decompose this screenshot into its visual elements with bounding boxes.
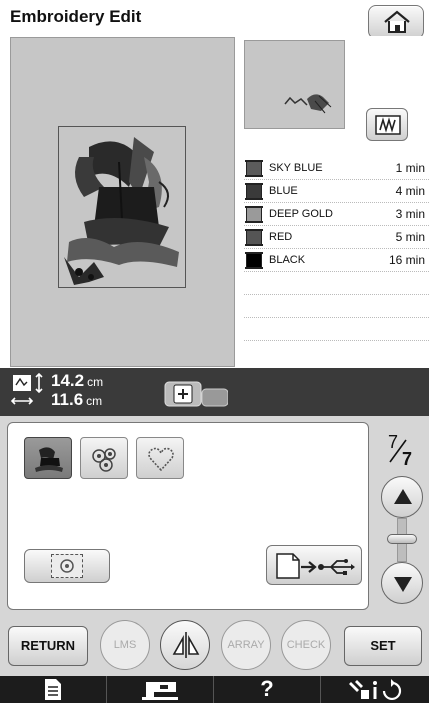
array-button[interactable]: ARRAY	[221, 620, 271, 670]
color-name: BLACK	[269, 254, 306, 266]
color-row[interactable]: BLUE 4 min	[244, 180, 429, 203]
scroll-thumb[interactable]	[387, 534, 417, 544]
color-time: 4 min	[395, 184, 425, 198]
pattern-frame[interactable]	[58, 126, 186, 288]
pattern-select-button[interactable]	[24, 549, 110, 583]
ship-thumb-icon	[35, 447, 63, 472]
embroidery-canvas[interactable]	[10, 37, 235, 367]
header: Embroidery Edit	[0, 0, 429, 39]
pattern-width: 11.6 cm	[51, 390, 102, 410]
color-row[interactable]: DEEP GOLD 3 min	[244, 203, 429, 226]
pattern-height: 14.2 cm	[51, 371, 103, 391]
pattern-thumbnail-flowers[interactable]	[80, 437, 128, 479]
edit-panel: 7 7	[0, 416, 429, 616]
scroll-down-button[interactable]	[381, 562, 423, 604]
action-button-row: RETURN LMS ARRAY CHECK SET	[0, 616, 429, 676]
bottom-toolbar: ?	[0, 676, 429, 703]
sewing-button[interactable]	[366, 108, 408, 141]
flowers-thumb-icon	[92, 448, 116, 472]
color-row[interactable]: RED 5 min	[244, 226, 429, 249]
pattern-thumbnail-ship[interactable]	[24, 437, 72, 479]
save-to-usb-button[interactable]	[266, 545, 362, 585]
page-icon	[45, 679, 61, 700]
help-icon: ?	[260, 676, 274, 701]
page-indicator: 7 7	[378, 432, 424, 472]
toolbar-settings-button[interactable]	[321, 676, 429, 703]
size-info-bar: 14.2 cm 11.6 cm	[0, 368, 429, 416]
color-time: 16 min	[388, 253, 425, 267]
machine-icon	[142, 682, 178, 700]
thread-color-list: SKY BLUE 1 min BLUE 4 min DEEP GOLD 3 mi…	[244, 157, 429, 341]
color-name: DEEP GOLD	[269, 208, 333, 220]
pattern-thumbnail-heart[interactable]	[136, 437, 184, 479]
ship-pattern	[64, 137, 179, 285]
check-button[interactable]: CHECK	[281, 620, 331, 670]
page-total: 7	[402, 449, 413, 469]
width-value: 11.6	[51, 390, 84, 409]
stitch-preview	[244, 40, 345, 129]
usb-icon	[276, 553, 355, 579]
color-row-empty	[244, 272, 429, 295]
height-unit: cm	[87, 375, 104, 389]
set-button[interactable]: SET	[344, 626, 422, 666]
frame-display-icon[interactable]	[164, 380, 228, 408]
pattern-panel	[7, 422, 369, 610]
color-row-empty	[244, 318, 429, 341]
mirror-icon	[172, 632, 200, 658]
thread-spool-icon	[245, 229, 263, 246]
height-value: 14.2	[51, 371, 85, 390]
flower-pattern-icon	[51, 554, 83, 578]
stitch-icon	[375, 115, 401, 135]
thread-spool-icon	[245, 183, 263, 200]
color-time: 3 min	[395, 207, 425, 221]
color-name: BLUE	[269, 185, 298, 197]
color-row[interactable]: BLACK 16 min	[244, 249, 429, 272]
scroll-control	[381, 476, 423, 604]
preview-pattern	[284, 94, 332, 114]
toolbar-help-button[interactable]: ?	[214, 676, 321, 703]
thread-spool-icon	[245, 160, 263, 177]
toolbar-machine-button[interactable]	[107, 676, 214, 703]
page-title: Embroidery Edit	[10, 7, 142, 26]
size-icon	[11, 373, 43, 405]
toolbar-page-button[interactable]	[0, 676, 107, 703]
heart-thumb-icon	[148, 447, 174, 472]
return-button[interactable]: RETURN	[8, 626, 88, 666]
mirror-button[interactable]	[160, 620, 210, 670]
color-name: RED	[269, 231, 293, 243]
color-time: 1 min	[395, 161, 425, 175]
color-name: SKY BLUE	[269, 162, 323, 174]
lms-button[interactable]: LMS	[100, 620, 150, 670]
color-row[interactable]: SKY BLUE 1 min	[244, 157, 429, 180]
color-row-empty	[244, 295, 429, 318]
home-button[interactable]	[368, 5, 424, 39]
width-unit: cm	[86, 394, 103, 408]
settings-icon	[349, 679, 402, 700]
work-area: SKY BLUE 1 min BLUE 4 min DEEP GOLD 3 mi…	[0, 36, 429, 368]
color-time: 5 min	[395, 230, 425, 244]
scroll-up-button[interactable]	[381, 476, 423, 518]
home-icon	[384, 10, 410, 33]
thread-spool-icon	[245, 252, 263, 269]
thread-spool-icon	[245, 206, 263, 223]
